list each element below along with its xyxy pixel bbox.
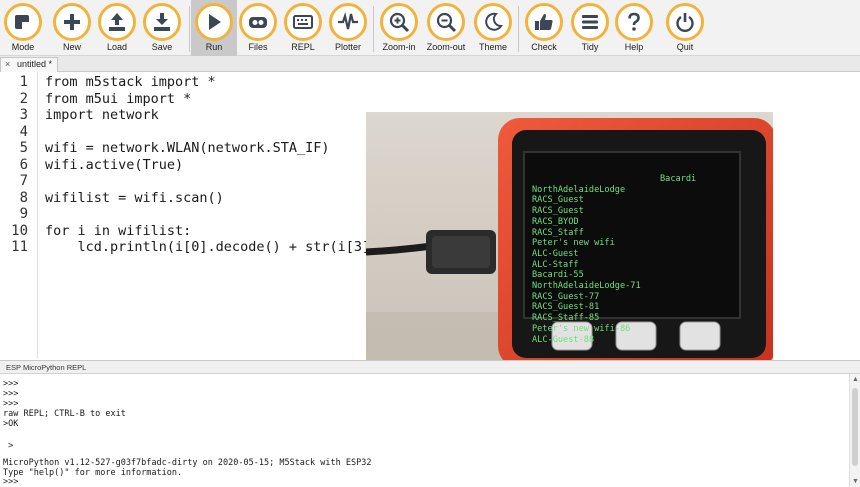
line-number: 10 bbox=[11, 222, 28, 239]
screen-line: ALC-Staff bbox=[532, 259, 579, 270]
repl-pane-title: ESP MicroPython REPL bbox=[0, 360, 860, 374]
upload-icon bbox=[109, 13, 125, 31]
line-number: 4 bbox=[19, 123, 28, 140]
device-screen-text: Bacardi NorthAdelaideLodge RACS_Guest RA… bbox=[532, 174, 742, 345]
code-line[interactable]: import network bbox=[45, 107, 159, 124]
keyboard-icon bbox=[293, 15, 313, 29]
code-line[interactable]: lcd.println(i[0].decode() + str(i[3])) bbox=[45, 239, 387, 256]
screen-line: Peter's new wifi-86 bbox=[532, 323, 631, 334]
files-icon bbox=[249, 17, 267, 28]
line-number: 3 bbox=[19, 107, 28, 123]
screen-line: NorthAdelaideLodge bbox=[532, 184, 626, 195]
screen-line: Bacardi bbox=[660, 174, 697, 184]
repl-line: >>> bbox=[3, 477, 19, 487]
waveform-icon bbox=[338, 11, 358, 30]
line-number: 8 bbox=[19, 189, 28, 206]
help-button[interactable]: Help bbox=[611, 0, 657, 56]
thumbs-up-icon bbox=[535, 14, 553, 30]
zoom-in-icon bbox=[389, 12, 410, 33]
screen-line: ALC-Guest-88 bbox=[532, 334, 595, 345]
mode-button[interactable]: Mode bbox=[0, 0, 46, 56]
line-number: 6 bbox=[19, 156, 28, 173]
repl-line: >>> bbox=[3, 389, 19, 399]
theme-button[interactable]: Theme bbox=[470, 0, 516, 56]
screen-line: RACS_Guest bbox=[532, 206, 584, 217]
screen-line: ALC-Guest bbox=[532, 248, 579, 259]
lines-icon bbox=[582, 15, 598, 29]
screen-line: RACS_Staff bbox=[532, 227, 584, 238]
code-line[interactable]: wifi.active(True) bbox=[45, 157, 183, 174]
repl-line: > bbox=[3, 441, 14, 451]
line-number: 2 bbox=[19, 90, 28, 107]
toolbar: Mode New Load Save Run Files REPL Plotte… bbox=[0, 0, 860, 56]
screen-line: NorthAdelaideLodge-71 bbox=[532, 281, 641, 292]
code-line[interactable]: wifilist = wifi.scan() bbox=[45, 190, 224, 207]
mode-icon bbox=[15, 15, 29, 29]
plotter-button[interactable]: Plotter bbox=[325, 0, 371, 56]
zoom-out-icon bbox=[436, 12, 457, 33]
save-button[interactable]: Save bbox=[139, 0, 185, 56]
scroll-thumb[interactable] bbox=[852, 388, 858, 466]
repl-line: >OK bbox=[3, 419, 19, 429]
screen-line: RACS_Guest-81 bbox=[532, 302, 600, 313]
tab-label: untitled * bbox=[17, 59, 53, 69]
scroll-down-icon[interactable]: ▼ bbox=[852, 478, 859, 485]
line-number: 1 bbox=[19, 74, 28, 90]
screen-line: RACS_Guest-77 bbox=[532, 291, 600, 302]
scroll-up-icon[interactable]: ▲ bbox=[852, 376, 859, 383]
quit-label: Quit bbox=[676, 42, 694, 52]
line-number-gutter: 1 2 3 4 5 6 7 8 9 10 11 bbox=[0, 72, 38, 358]
screen-line: RACS_BYOD bbox=[532, 216, 579, 227]
code-line[interactable]: from m5ui import * bbox=[45, 91, 191, 108]
close-icon[interactable]: × bbox=[5, 58, 10, 71]
line-number: 9 bbox=[19, 206, 28, 222]
download-icon bbox=[154, 13, 170, 31]
repl-scrollbar[interactable]: ▲ ▼ bbox=[849, 374, 860, 487]
power-icon bbox=[676, 13, 694, 32]
screen-line: Peter's new wifi bbox=[532, 238, 615, 249]
plus-icon bbox=[64, 14, 80, 30]
screen-line: RACS_Guest bbox=[532, 195, 584, 206]
screen-line: RACS_Staff-85 bbox=[532, 313, 600, 324]
code-line[interactable]: from m5stack import * bbox=[45, 74, 216, 91]
line-number: 5 bbox=[19, 140, 28, 156]
line-number: 7 bbox=[19, 173, 28, 189]
screen-line: Bacardi-55 bbox=[532, 270, 584, 281]
question-icon bbox=[628, 12, 640, 31]
repl-line: raw REPL; CTRL-B to exit bbox=[3, 409, 126, 419]
code-line[interactable]: wifi = network.WLAN(network.STA_IF) bbox=[45, 140, 329, 157]
repl-line: MicroPython v1.12-527-g03f7bfadc-dirty o… bbox=[3, 458, 372, 468]
repl-title-text: ESP MicroPython REPL bbox=[6, 363, 87, 372]
tab-bar: × untitled * bbox=[0, 56, 860, 72]
line-number: 11 bbox=[11, 239, 28, 255]
play-icon bbox=[209, 14, 221, 30]
tab-untitled[interactable]: × untitled * bbox=[0, 57, 58, 72]
repl-console[interactable]: >>> >>> >>> raw REPL; CTRL-B to exit >OK… bbox=[0, 374, 860, 487]
code-line[interactable]: for i in wifilist: bbox=[45, 223, 191, 240]
device-photo: Bacardi NorthAdelaideLodge RACS_Guest RA… bbox=[366, 112, 773, 370]
repl-line: >>> bbox=[3, 399, 19, 409]
repl-line: >>> bbox=[3, 379, 19, 389]
repl-line: Type "help()" for more information. bbox=[3, 468, 183, 478]
quit-button[interactable]: Quit bbox=[662, 0, 708, 56]
moon-icon bbox=[485, 12, 503, 31]
